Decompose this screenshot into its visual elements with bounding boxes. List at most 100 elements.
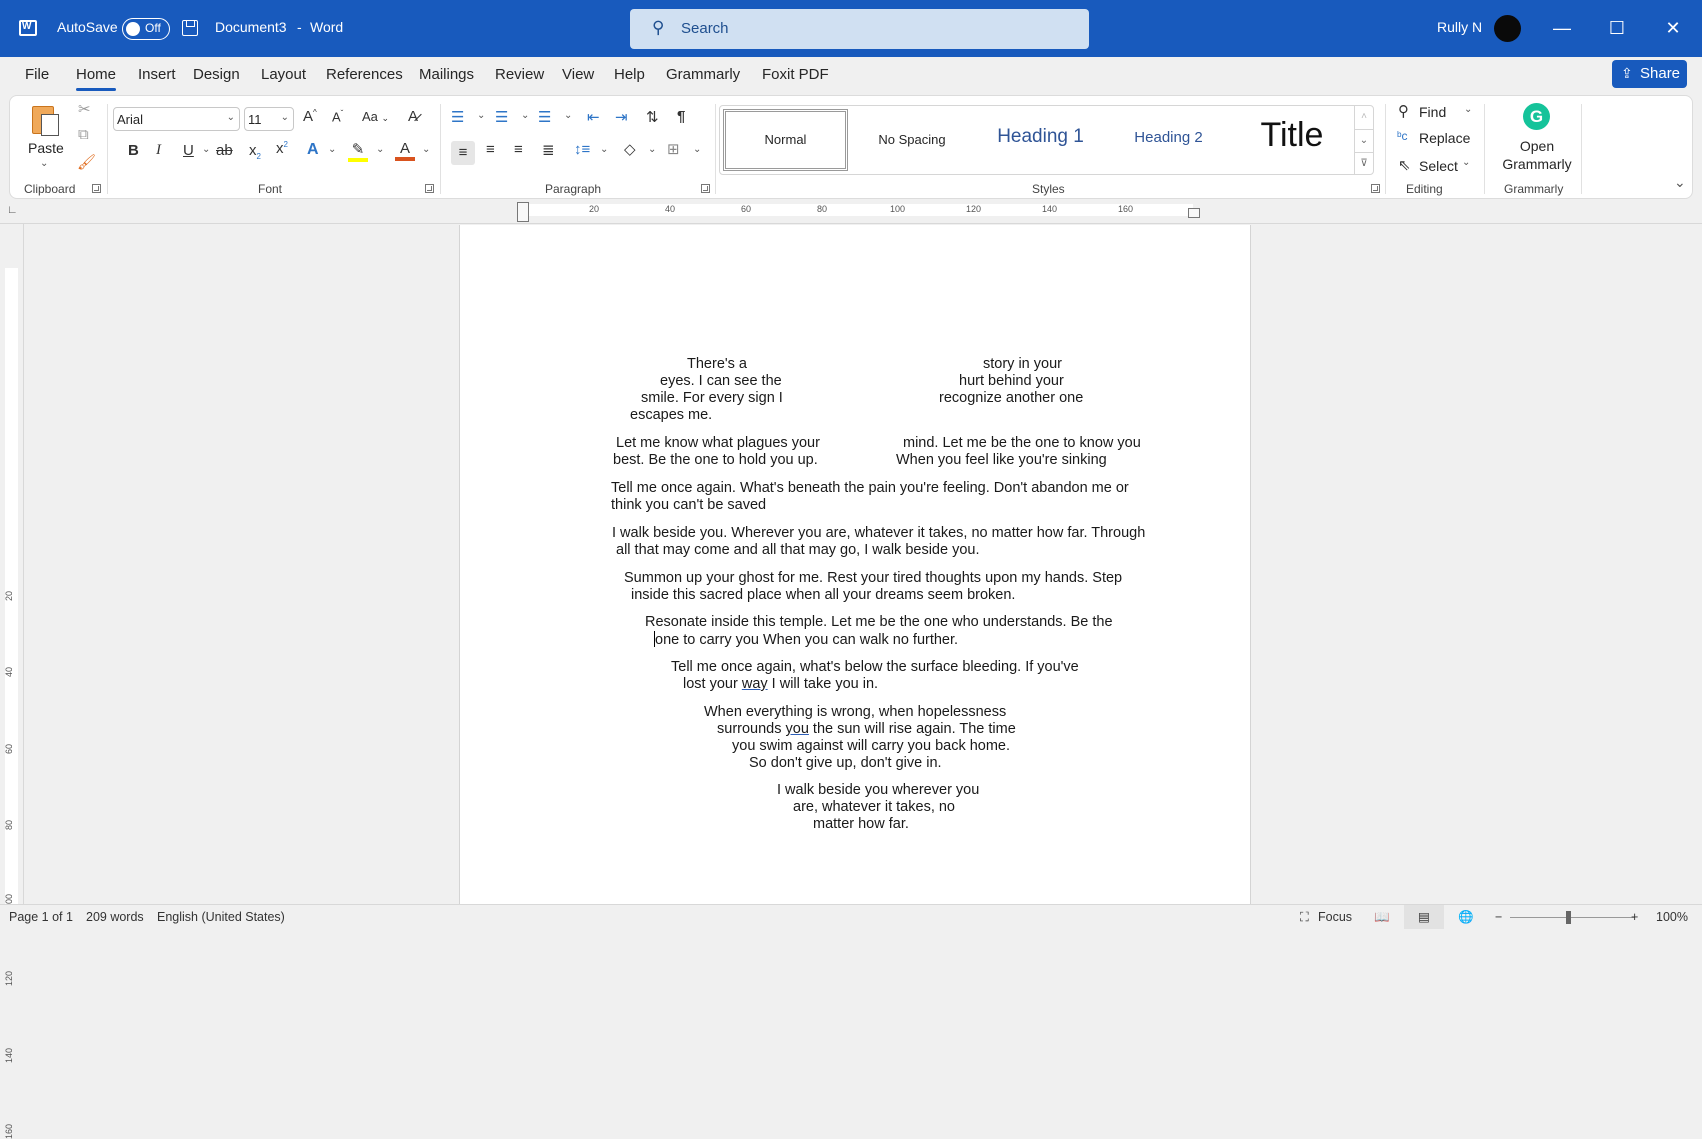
numbering-icon[interactable]: ☰ bbox=[495, 108, 508, 126]
borders-dropdown-icon[interactable]: ⌄ bbox=[693, 144, 701, 155]
align-right-icon[interactable]: ≡ bbox=[514, 141, 523, 158]
style-heading-1[interactable]: Heading 1 bbox=[978, 109, 1103, 171]
tab-file[interactable]: File bbox=[25, 66, 49, 83]
grammar-flag[interactable]: way bbox=[742, 676, 768, 692]
copy-icon[interactable]: ⧉ bbox=[78, 126, 89, 143]
font-name-select[interactable]: Arial ⌄ bbox=[113, 107, 240, 131]
right-indent-marker[interactable] bbox=[1188, 208, 1200, 218]
language-indicator[interactable]: English (United States) bbox=[157, 910, 285, 924]
styles-launcher-icon[interactable] bbox=[1371, 184, 1380, 193]
print-layout-icon[interactable]: ▤ bbox=[1404, 905, 1444, 929]
style-normal[interactable]: Normal bbox=[723, 109, 848, 171]
indent-marker[interactable] bbox=[517, 202, 529, 222]
line-spacing-dropdown-icon[interactable]: ⌄ bbox=[600, 144, 608, 155]
font-size-select[interactable]: 11 ⌄ bbox=[244, 107, 294, 131]
bullets-icon[interactable]: ☰ bbox=[451, 108, 464, 126]
maximize-button[interactable]: ☐ bbox=[1602, 14, 1632, 42]
multilevel-list-icon[interactable]: ☰ bbox=[538, 108, 551, 126]
increase-indent-icon[interactable]: ⇥ bbox=[615, 108, 628, 126]
close-button[interactable]: ✕ bbox=[1658, 14, 1688, 42]
zoom-out-button[interactable]: − bbox=[1495, 910, 1502, 924]
numbering-dropdown-icon[interactable]: ⌄ bbox=[521, 110, 529, 121]
styles-scroll-up-icon[interactable]: ˄ bbox=[1354, 106, 1373, 129]
shading-icon[interactable]: ◇ bbox=[624, 140, 636, 158]
format-painter-icon[interactable]: 🖌 bbox=[77, 153, 96, 171]
replace-button[interactable]: ᵇc Replace bbox=[1392, 127, 1482, 149]
text-effects-icon[interactable]: A bbox=[307, 141, 319, 159]
font-launcher-icon[interactable] bbox=[425, 184, 434, 193]
tab-help[interactable]: Help bbox=[614, 66, 645, 83]
superscript-icon[interactable]: x2 bbox=[276, 140, 288, 157]
borders-icon[interactable]: ⊞ bbox=[667, 140, 680, 158]
select-button[interactable]: ⇖ Select ⌄ bbox=[1392, 155, 1482, 177]
find-button[interactable]: ⚲ Find ⌄ bbox=[1392, 100, 1482, 122]
shading-dropdown-icon[interactable]: ⌄ bbox=[648, 144, 656, 155]
page-count[interactable]: Page 1 of 1 bbox=[9, 910, 73, 924]
tab-foxit-pdf[interactable]: Foxit PDF bbox=[762, 66, 829, 83]
styles-more-icon[interactable]: ⊽ bbox=[1354, 152, 1373, 175]
subscript-icon[interactable]: x2 bbox=[249, 142, 261, 161]
multilevel-dropdown-icon[interactable]: ⌄ bbox=[564, 110, 572, 121]
focus-button[interactable]: Focus bbox=[1318, 910, 1352, 924]
tab-references[interactable]: References bbox=[326, 66, 403, 83]
font-color-icon[interactable]: A bbox=[395, 140, 415, 161]
autosave-toggle[interactable]: Off bbox=[122, 18, 170, 40]
tab-view[interactable]: View bbox=[562, 66, 594, 83]
style-heading-2[interactable]: Heading 2 bbox=[1106, 109, 1231, 171]
grow-font-icon[interactable]: A^ bbox=[303, 108, 317, 125]
bullets-dropdown-icon[interactable]: ⌄ bbox=[477, 110, 485, 121]
font-color-dropdown-icon[interactable]: ⌄ bbox=[422, 144, 430, 155]
tab-insert[interactable]: Insert bbox=[138, 66, 176, 83]
underline-icon[interactable]: U bbox=[183, 142, 194, 159]
zoom-in-button[interactable]: + bbox=[1631, 910, 1638, 924]
text-effects-dropdown-icon[interactable]: ⌄ bbox=[328, 144, 336, 155]
justify-icon[interactable]: ≣ bbox=[542, 141, 555, 159]
tab-review[interactable]: Review bbox=[495, 66, 544, 83]
zoom-slider-track[interactable] bbox=[1510, 917, 1635, 918]
shrink-font-icon[interactable]: Aˇ bbox=[332, 109, 343, 124]
grammar-flag[interactable]: you bbox=[786, 721, 809, 737]
tab-selector-icon[interactable]: ∟ bbox=[7, 204, 18, 216]
strikethrough-icon[interactable]: ab bbox=[216, 142, 233, 159]
word-count[interactable]: 209 words bbox=[86, 910, 144, 924]
tab-grammarly[interactable]: Grammarly bbox=[666, 66, 740, 83]
clear-formatting-icon[interactable]: A̷ bbox=[408, 108, 418, 125]
focus-icon[interactable]: ⛶ bbox=[1300, 910, 1309, 925]
paste-icon[interactable] bbox=[30, 102, 60, 138]
cut-icon[interactable]: ✂ bbox=[78, 100, 91, 118]
open-grammarly-button[interactable]: G Open Grammarly bbox=[1492, 100, 1582, 178]
user-name[interactable]: Rully N bbox=[1437, 19, 1482, 35]
show-formatting-icon[interactable]: ¶ bbox=[677, 108, 685, 125]
align-center-icon[interactable]: ≡ bbox=[486, 141, 495, 158]
read-mode-icon[interactable]: 📖 bbox=[1374, 910, 1390, 925]
paste-dropdown-icon[interactable]: ⌄ bbox=[40, 158, 48, 169]
minimize-button[interactable]: — bbox=[1547, 14, 1577, 42]
line-spacing-icon[interactable]: ↕≡ bbox=[574, 141, 590, 158]
clipboard-launcher-icon[interactable] bbox=[92, 184, 101, 193]
web-layout-icon[interactable]: 🌐 bbox=[1458, 910, 1474, 925]
document-page[interactable]: There's a story in your eyes. I can see … bbox=[459, 225, 1251, 904]
highlight-icon[interactable]: ✎ bbox=[348, 140, 368, 162]
styles-scroll-down-icon[interactable]: ⌄ bbox=[1354, 129, 1373, 152]
paste-label[interactable]: Paste bbox=[28, 140, 64, 156]
decrease-indent-icon[interactable]: ⇤ bbox=[587, 108, 600, 126]
highlight-dropdown-icon[interactable]: ⌄ bbox=[376, 144, 384, 155]
zoom-slider-thumb[interactable] bbox=[1566, 911, 1571, 924]
italic-icon[interactable]: I bbox=[156, 142, 161, 159]
share-button[interactable]: ⇪ Share bbox=[1612, 60, 1687, 88]
save-icon[interactable] bbox=[182, 20, 198, 36]
paragraph-launcher-icon[interactable] bbox=[701, 184, 710, 193]
collapse-ribbon-icon[interactable]: ⌄ bbox=[1674, 174, 1686, 191]
underline-dropdown-icon[interactable]: ⌄ bbox=[202, 144, 210, 155]
tab-home[interactable]: Home bbox=[76, 66, 117, 91]
change-case-button[interactable]: Aa ⌄ bbox=[362, 109, 389, 124]
style-no-spacing[interactable]: No Spacing bbox=[852, 109, 972, 171]
tab-layout[interactable]: Layout bbox=[261, 66, 306, 83]
search-input[interactable]: ⚲ Search bbox=[630, 9, 1089, 49]
sort-icon[interactable]: ⇅ bbox=[646, 108, 659, 126]
tab-design[interactable]: Design bbox=[193, 66, 240, 83]
bold-icon[interactable]: B bbox=[128, 142, 139, 159]
tab-mailings[interactable]: Mailings bbox=[419, 66, 474, 83]
avatar[interactable] bbox=[1494, 15, 1521, 42]
align-left-icon[interactable]: ≡ bbox=[451, 141, 475, 165]
